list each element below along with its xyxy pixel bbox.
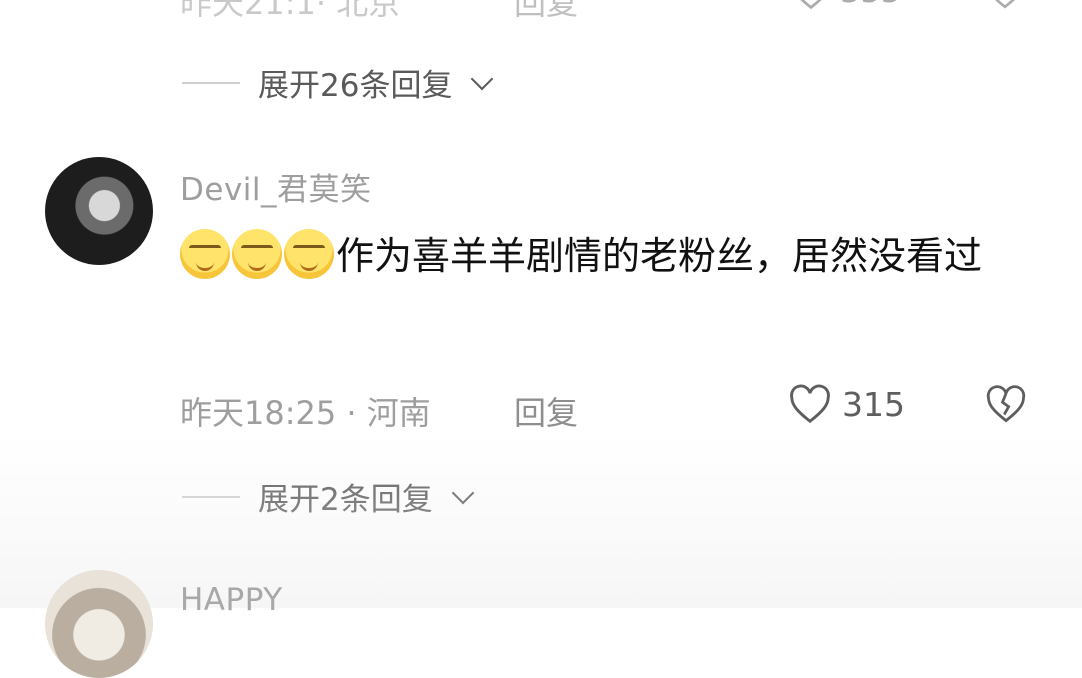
prev-comment-time-location: 昨天21:1· 北京 xyxy=(180,0,401,22)
reply-button[interactable]: 回复 xyxy=(514,388,578,434)
divider-line xyxy=(182,495,240,498)
expand-replies-button[interactable]: 展开2条回复 xyxy=(182,474,475,519)
comment-text: 作为喜羊羊剧情的老粉丝，居然没看过 xyxy=(336,234,983,278)
expand-replies-label: 展开26条回复 xyxy=(258,68,453,104)
bottom-shade xyxy=(0,430,1082,608)
comment-time-location: 昨天18:25 · 河南 xyxy=(180,394,431,432)
like-count: 315 xyxy=(842,384,905,424)
avatar[interactable] xyxy=(45,570,153,678)
broken-heart-icon xyxy=(986,385,1026,423)
prev-like-count: 355 xyxy=(840,0,901,10)
chevron-down-icon xyxy=(451,481,475,504)
divider-line xyxy=(182,81,240,84)
expand-replies-button[interactable]: 展开26条回复 xyxy=(182,60,494,105)
smug-emoji-icon xyxy=(180,229,230,279)
prev-like-button[interactable]: 355 xyxy=(790,0,901,10)
broken-heart-icon xyxy=(995,0,1015,9)
smug-emoji-icon xyxy=(232,229,282,279)
comment-text-block: 作为喜羊羊剧情的老粉丝，居然没看过 xyxy=(180,222,1050,290)
next-comment-username[interactable]: HAPPY xyxy=(180,582,283,618)
dislike-button[interactable] xyxy=(985,384,1027,428)
expand-replies-label: 展开2条回复 xyxy=(258,482,433,518)
prev-dislike-button[interactable] xyxy=(985,0,1025,14)
comment-username[interactable]: Devil_君莫笑 xyxy=(180,164,372,209)
prev-comment-meta-row: 昨天21:1· 北京 回复 355 xyxy=(0,0,1082,22)
chevron-down-icon xyxy=(471,67,494,90)
heart-icon xyxy=(800,0,822,10)
prev-reply-button[interactable]: 回复 xyxy=(514,0,578,24)
heart-icon xyxy=(790,384,830,424)
like-button[interactable]: 315 xyxy=(788,384,905,424)
smug-emoji-icon xyxy=(284,229,334,279)
avatar[interactable] xyxy=(45,157,153,265)
